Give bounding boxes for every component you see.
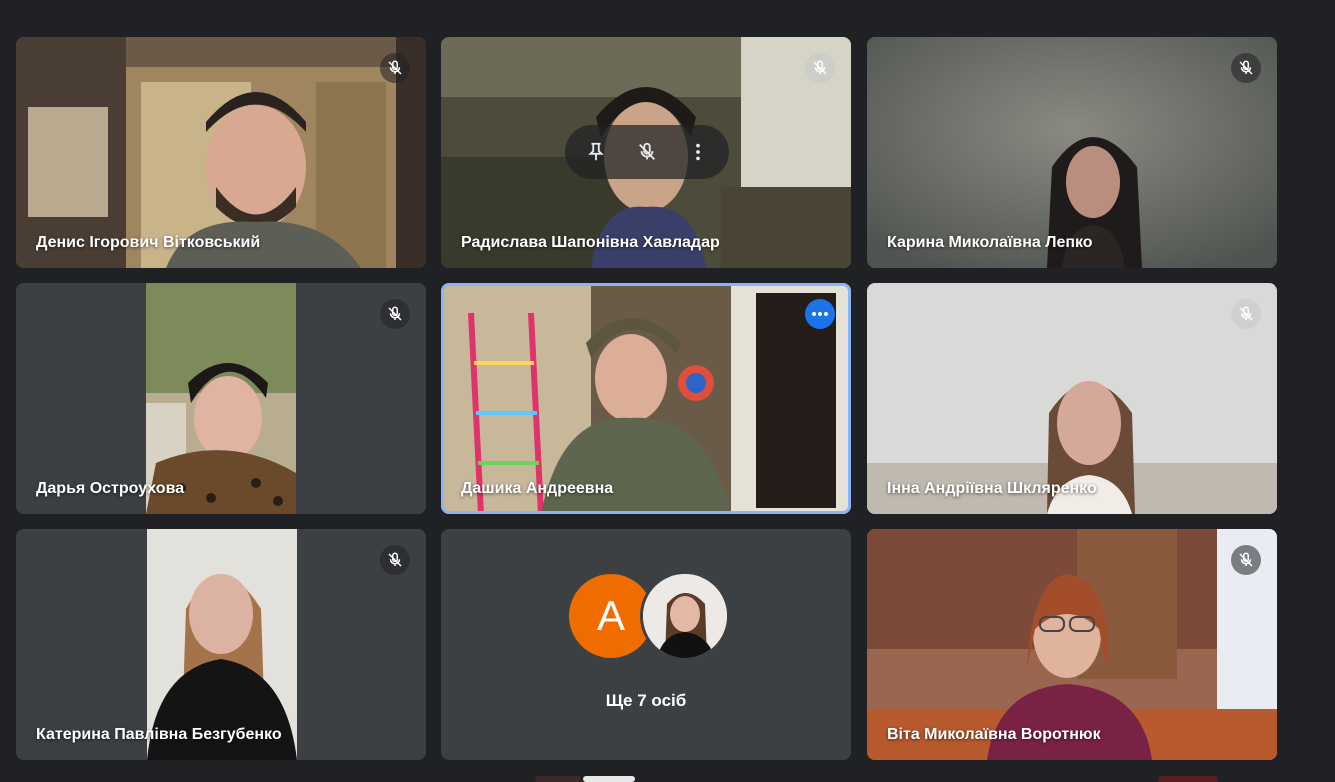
more-participants-label: Ще 7 осіб — [605, 691, 687, 710]
tile-hover-controls — [565, 125, 729, 179]
pin-icon[interactable] — [576, 132, 616, 172]
participant-name: Віта Миколаївна Воротнюк — [887, 726, 1101, 743]
more-options-icon[interactable] — [805, 299, 835, 329]
mic-off-icon — [1231, 299, 1261, 329]
participant-tile-7[interactable]: Катерина Павлівна Безгубенко — [16, 529, 426, 760]
participant-tile-6[interactable]: Інна Андріївна Шкляренко — [867, 283, 1277, 514]
more-options-icon[interactable] — [678, 132, 718, 172]
participant-name: Радислава Шапонівна Хавладар — [461, 234, 720, 251]
avatar-photo — [643, 574, 727, 658]
mic-off-icon — [380, 53, 410, 83]
participant-name: Денис Ігорович Вітковський — [36, 234, 261, 251]
participant-tile-4[interactable]: Дарья Остроухова — [16, 283, 426, 514]
participant-tile-8[interactable]: Віта Миколаївна Воротнюк — [867, 529, 1277, 760]
mic-off-icon — [380, 545, 410, 575]
participant-tile-3[interactable]: Карина Миколаївна Лепко — [867, 37, 1277, 268]
bottom-toolbar-edge — [0, 772, 1335, 782]
participant-name: Катерина Павлівна Безгубенко — [36, 726, 282, 743]
mic-off-icon — [380, 299, 410, 329]
participant-tile-1[interactable]: Денис Ігорович Вітковський — [16, 37, 426, 268]
others-tile[interactable]: A Ще 7 осіб — [441, 529, 851, 760]
mic-off-icon — [805, 53, 835, 83]
mic-off-icon — [1231, 53, 1261, 83]
mute-toggle-icon[interactable] — [627, 132, 667, 172]
participant-name: Дарья Остроухова — [36, 480, 185, 497]
participant-name: Карина Миколаївна Лепко — [887, 234, 1093, 251]
participant-name: Інна Андріївна Шкляренко — [887, 480, 1097, 497]
participant-name: Дашика Андреевна — [461, 480, 614, 497]
participant-tile-2[interactable]: Радислава Шапонівна Хавладар — [441, 37, 851, 268]
avatar: A — [569, 574, 653, 658]
mic-off-icon — [1231, 545, 1261, 575]
participant-tile-5-active[interactable]: Дашика Андреевна — [441, 283, 851, 514]
avatar — [643, 574, 727, 658]
